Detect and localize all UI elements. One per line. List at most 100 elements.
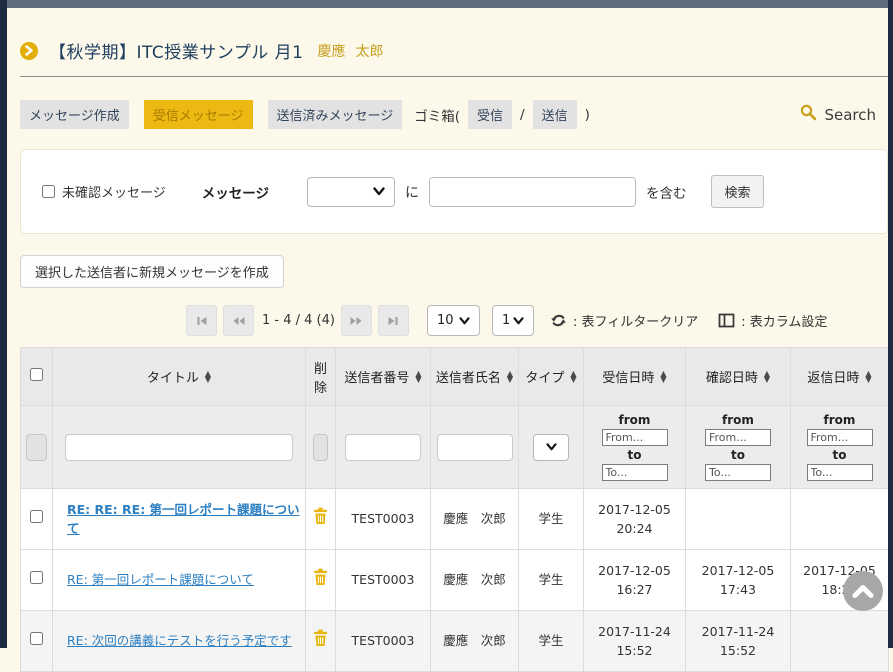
filter-clear-label: : 表フィルタークリア [573,311,698,330]
search-toggle[interactable]: Search [800,104,876,125]
type-cell: 学生 [519,611,584,672]
column-settings-icon[interactable] [718,313,735,328]
last-page-button[interactable] [378,305,409,336]
sender-no-cell: TEST0003 [336,611,431,672]
header-replied[interactable]: 返信日時▲▼ [791,348,889,406]
pagination-bar: 1 - 4 / 4 (4) 10 1 : 表フィルタークリア [186,305,888,336]
received-to-input[interactable] [602,464,668,481]
column-settings-label: : 表カラム設定 [741,311,827,330]
page-range-label: 1 - 4 / 4 (4) [262,313,335,328]
particle-ni: に [405,182,419,202]
header-title[interactable]: タイトル▲▼ [53,348,306,406]
unread-only-checkbox[interactable] [42,185,55,198]
received-cell: 2017-12-05 20:24 [584,489,686,550]
message-field-label: メッセージ [202,182,269,202]
replied-cell [791,489,889,550]
window-right-edge [888,0,893,648]
page-size-value: 10 [437,313,454,328]
sender-name-cell: 慶應 次郎 [431,489,519,550]
table-row: RE: RE: RE: 第一回レポート課題について TEST0003 慶應 次郎… [21,489,889,550]
table-tools-legend: : 表フィルタークリア : 表カラム設定 [550,311,827,330]
unread-only-label: 未確認メッセージ [62,182,166,201]
trash-label-open: ゴミ箱( [414,105,460,125]
search-icon [800,104,817,125]
filter-search-button[interactable]: 検索 [711,175,763,208]
first-page-button[interactable] [186,305,217,336]
replied-date-filter: from to [793,413,886,481]
window-left-edge [0,0,7,648]
contains-label: を含む [646,182,687,202]
refresh-icon[interactable] [550,312,567,329]
scroll-to-top-button[interactable] [843,571,883,611]
message-title-link[interactable]: RE: 次回の講義にテストを行う予定です [67,633,292,648]
header-divider [20,76,888,77]
compose-row: 選択した送信者に新規メッセージを作成 [20,255,888,288]
type-filter-select[interactable] [533,434,569,461]
trash-icon[interactable] [313,507,328,525]
message-title-link[interactable]: RE: RE: RE: 第一回レポート課題について [67,502,300,536]
replied-to-input[interactable] [807,464,873,481]
confirmed-cell [686,489,791,550]
sender-no-cell: TEST0003 [336,550,431,611]
search-label: Search [824,106,876,124]
received-date-filter: from to [586,413,683,481]
header-sender-name[interactable]: 送信者氏名▲▼ [431,348,519,406]
title-filter-input[interactable] [65,434,293,461]
header-delete: 削除 [306,348,336,406]
trash-group: ゴミ箱( 受信 / 送信 ) [414,100,590,129]
trash-received-button[interactable]: 受信 [468,100,512,129]
received-cell: 2017-11-24 15:52 [584,611,686,672]
page-header: 【秋学期】ITC授業サンプル 月1 慶應 太郎 [20,38,888,63]
header-type[interactable]: タイプ▲▼ [519,348,584,406]
replied-cell [791,611,889,672]
compose-message-button[interactable]: メッセージ作成 [20,100,129,129]
window-top-bar [0,0,893,8]
confirmed-to-input[interactable] [705,464,771,481]
type-cell: 学生 [519,489,584,550]
keyword-input[interactable] [429,177,636,207]
next-page-button[interactable] [341,305,372,336]
message-title-link[interactable]: RE: 第一回レポート課題について [67,572,254,587]
trash-sent-button[interactable]: 送信 [533,100,577,129]
table-row: RE: 第一回レポート課題について TEST0003 慶應 次郎 学生 2017… [21,550,889,611]
header-link-givenname[interactable]: 太郎 [355,41,383,61]
page-size-select[interactable]: 10 [427,305,480,336]
sender-no-filter-input[interactable] [345,434,421,461]
trash-icon[interactable] [313,629,328,647]
new-message-to-selected-button[interactable]: 選択した送信者に新規メッセージを作成 [20,255,284,288]
trash-icon[interactable] [313,568,328,586]
sender-name-filter-input[interactable] [437,434,513,461]
header-confirmed[interactable]: 確認日時▲▼ [686,348,791,406]
sort-icon: ▲▼ [507,371,513,383]
page-number-select[interactable]: 1 [492,305,534,336]
row-checkbox[interactable] [30,632,43,645]
row-checkbox[interactable] [30,571,43,584]
table-filter-row: from to from to from [21,406,889,489]
select-all-checkbox[interactable] [30,368,43,381]
inbox-tab[interactable]: 受信メッセージ [144,100,253,129]
confirmed-from-input[interactable] [705,429,771,446]
table-row: RE: 次回の講義にテストを行う予定です TEST0003 慶應 次郎 学生 2… [21,611,889,672]
header-link-surname[interactable]: 慶應 [317,41,345,61]
trash-label-close: ) [585,107,590,123]
sort-icon: ▲▼ [660,371,666,383]
sort-icon: ▲▼ [570,371,576,383]
chevron-right-circle-icon [20,42,38,60]
message-field-select[interactable] [307,177,395,207]
header-sender-no[interactable]: 送信者番号▲▼ [336,348,431,406]
received-from-input[interactable] [602,429,668,446]
message-toolbar: メッセージ作成 受信メッセージ 送信済みメッセージ ゴミ箱( 受信 / 送信 )… [20,100,888,129]
sent-tab[interactable]: 送信済みメッセージ [268,100,403,129]
previous-page-button[interactable] [223,305,254,336]
page-content: 【秋学期】ITC授業サンプル 月1 慶應 太郎 メッセージ作成 受信メッセージ … [7,8,888,672]
sort-icon: ▲▼ [764,371,770,383]
chevron-up-icon [852,584,874,598]
row-checkbox[interactable] [30,510,43,523]
header-received[interactable]: 受信日時▲▼ [584,348,686,406]
sender-no-cell: TEST0003 [336,489,431,550]
filter-checkbox-placeholder [26,434,47,461]
replied-from-input[interactable] [807,429,873,446]
received-cell: 2017-12-05 16:27 [584,550,686,611]
sort-icon: ▲▼ [865,371,871,383]
page-number-value: 1 [502,313,510,328]
